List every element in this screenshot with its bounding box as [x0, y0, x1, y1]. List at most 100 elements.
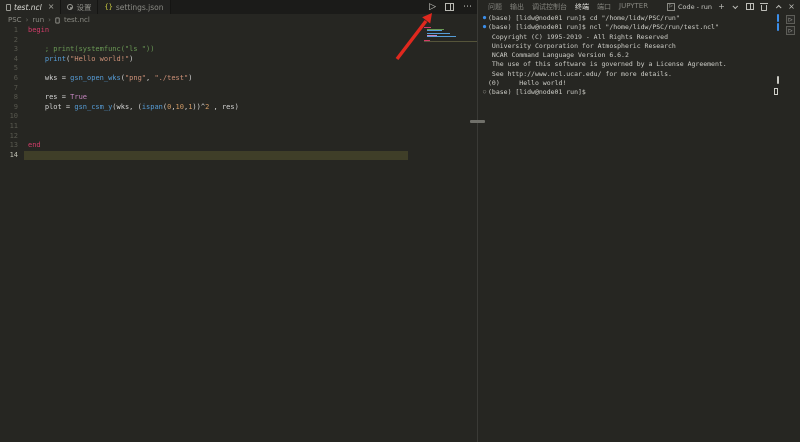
- terminal-line: NCAR Command Language Version 6.6.2: [481, 51, 778, 60]
- code-line[interactable]: 1begin: [0, 26, 424, 36]
- tab-close-icon[interactable]: ×: [48, 3, 55, 11]
- code-line[interactable]: 4 print("Hello world!"): [0, 55, 424, 65]
- terminal-cursor: [774, 88, 778, 95]
- chevron-up-icon: [775, 4, 781, 10]
- code-text: plot = gsn_csm_y(wks, (ispan(0,10,1))^2 …: [24, 103, 408, 113]
- panel-tab-调试控制台[interactable]: 调试控制台: [532, 2, 567, 12]
- terminal-line: The use of this software is governed by …: [481, 60, 778, 69]
- sash-handle[interactable]: [470, 120, 485, 123]
- code-token: "./test": [154, 74, 188, 82]
- line-number: 5: [0, 64, 24, 74]
- line-number: 4: [0, 55, 24, 65]
- minimap-line: [427, 33, 450, 34]
- code-line[interactable]: 11: [0, 122, 424, 132]
- code-line[interactable]: 12: [0, 132, 424, 142]
- tab-label: test.ncl: [14, 3, 42, 12]
- terminal-line: ○(base) [lidw@node01 run]$: [481, 88, 778, 97]
- code-token: gsn_open_wks: [70, 74, 121, 82]
- minimap-line: [427, 36, 456, 37]
- editor-tabbar: test.ncl × 设置{}settings.json: [0, 0, 477, 14]
- new-terminal-button[interactable]: +: [717, 2, 726, 12]
- command-decoration-empty: [481, 51, 488, 60]
- code-token: begin: [28, 26, 49, 34]
- command-decoration-icon: ●: [481, 23, 488, 32]
- code-line[interactable]: 6 wks = gsn_open_wks("png", "./test"): [0, 74, 424, 84]
- command-decoration-empty: [481, 70, 488, 79]
- code-text: [24, 132, 408, 142]
- line-number: 2: [0, 36, 24, 46]
- line-number: 10: [0, 112, 24, 122]
- minimap-line: [424, 41, 477, 42]
- chevron-down-icon: [732, 3, 738, 9]
- code-line[interactable]: 5: [0, 64, 424, 74]
- ncl-file-icon: [6, 4, 11, 11]
- split-editor-icon[interactable]: [445, 3, 454, 11]
- terminal-dropdown-button[interactable]: [731, 2, 740, 12]
- line-number: 8: [0, 93, 24, 103]
- rerun-command-marker[interactable]: ▷: [786, 15, 795, 24]
- rerun-command-marker[interactable]: ▷: [786, 26, 795, 35]
- code-line[interactable]: 10: [0, 112, 424, 122]
- run-file-icon[interactable]: ▷: [429, 3, 436, 12]
- terminal-scroll-command-mark[interactable]: [777, 14, 779, 22]
- terminal-line: ●(base) [lidw@node01 run]$ ncl "/home/li…: [481, 23, 778, 32]
- tab-设置[interactable]: 设置: [61, 0, 98, 14]
- code-token: ispan: [142, 103, 163, 111]
- terminal-text: (base) [lidw@node01 run]$ cd "/home/lidw…: [488, 14, 778, 23]
- code-line[interactable]: 7: [0, 84, 424, 94]
- code-line[interactable]: 3 ; print(systemfunc("ls ")): [0, 45, 424, 55]
- terminal-line: See http://www.ncl.ucar.edu/ for more de…: [481, 70, 778, 79]
- panel-tab-输出[interactable]: 输出: [510, 2, 524, 12]
- code-token: , res): [209, 103, 239, 111]
- terminal-output[interactable]: ●(base) [lidw@node01 run]$ cd "/home/lid…: [478, 14, 778, 98]
- gear-icon: [67, 4, 73, 10]
- code-token: plot =: [28, 103, 74, 111]
- terminal-selector[interactable]: ▷ Code - run: [667, 3, 712, 11]
- tab-test.ncl[interactable]: test.ncl ×: [0, 0, 61, 14]
- code-text: begin: [24, 26, 408, 36]
- code-text: [24, 84, 408, 94]
- code-token: ; print(systemfunc("ls ")): [28, 45, 154, 53]
- breadcrumb-item[interactable]: test.ncl: [64, 16, 90, 24]
- terminal-scroll-command-mark[interactable]: [777, 23, 779, 31]
- breadcrumb-item[interactable]: PSC: [8, 16, 22, 24]
- panel-header-actions: ▷ Code - run + ×: [667, 2, 796, 12]
- code-line[interactable]: 9 plot = gsn_csm_y(wks, (ispan(0,10,1))^…: [0, 103, 424, 113]
- code-line[interactable]: 8 res = True: [0, 93, 424, 103]
- minimap[interactable]: [424, 27, 477, 49]
- terminal-text: (base) [lidw@node01 run]$: [488, 88, 774, 97]
- panel-tab-终端[interactable]: 终端: [575, 2, 589, 12]
- tab-settings.json[interactable]: {}settings.json: [98, 0, 170, 14]
- breadcrumb-separator-icon: ›: [26, 16, 29, 24]
- code-token: gsn_csm_y: [74, 103, 112, 111]
- code-line[interactable]: 13end: [0, 141, 424, 151]
- code-editor[interactable]: 1begin23 ; print(systemfunc("ls "))4 pri…: [0, 26, 424, 160]
- code-line[interactable]: 14: [0, 151, 424, 161]
- code-text: end: [24, 141, 408, 151]
- breadcrumb-item[interactable]: run: [32, 16, 44, 24]
- code-token: ): [129, 55, 133, 63]
- code-text: ; print(systemfunc("ls ")): [24, 45, 408, 55]
- command-decoration-empty: [481, 60, 488, 69]
- breadcrumb-separator-icon: ›: [48, 16, 51, 24]
- line-number: 7: [0, 84, 24, 94]
- split-terminal-icon: [746, 3, 754, 10]
- terminal-text: NCAR Command Language Version 6.6.2: [488, 51, 778, 60]
- more-actions-icon[interactable]: ⋯: [463, 3, 472, 12]
- code-line[interactable]: 2: [0, 36, 424, 46]
- code-token: res =: [28, 93, 70, 101]
- code-text: print("Hello world!"): [24, 55, 408, 65]
- panel-tab-JUPYTER[interactable]: JUPYTER: [619, 2, 648, 12]
- terminal-line: University Corporation for Atmospheric R…: [481, 42, 778, 51]
- line-number: 12: [0, 132, 24, 142]
- code-token: end: [28, 141, 41, 149]
- maximize-panel-button[interactable]: [773, 2, 782, 12]
- split-terminal-button[interactable]: [745, 2, 754, 12]
- panel-tab-问题[interactable]: 问题: [488, 2, 502, 12]
- panel-tab-端口[interactable]: 端口: [597, 2, 611, 12]
- kill-terminal-button[interactable]: [759, 2, 768, 12]
- command-decoration-empty: [481, 33, 488, 42]
- code-token: print: [45, 55, 66, 63]
- close-panel-button[interactable]: ×: [787, 2, 796, 12]
- command-decoration-icon: ●: [481, 14, 488, 23]
